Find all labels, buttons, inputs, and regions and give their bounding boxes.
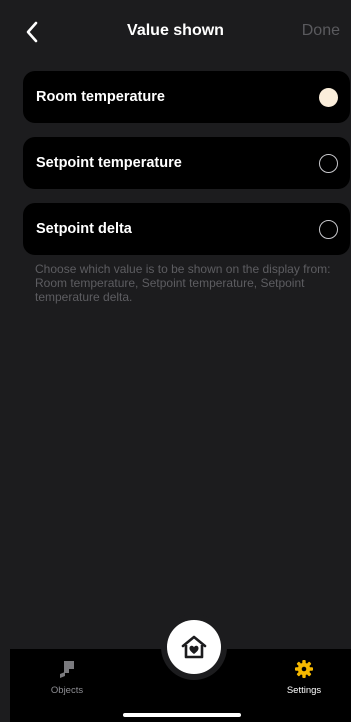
nav-label-objects: Objects (50, 685, 84, 696)
objects-icon (60, 661, 74, 678)
home-button-ring (161, 614, 227, 680)
nav-item-objects[interactable]: Objects (32, 659, 102, 696)
screen: Value shown Done Room temperature Setpoi… (0, 0, 351, 722)
option-label: Room temperature (36, 89, 165, 105)
radio-unselected-icon[interactable] (319, 154, 338, 173)
option-setpoint-temperature[interactable]: Setpoint temperature (23, 137, 350, 189)
back-button[interactable] (18, 16, 46, 48)
gear-icon (295, 660, 313, 678)
nav-label-settings: Settings (286, 685, 322, 696)
chevron-left-icon (26, 21, 38, 43)
option-label: Setpoint delta (36, 221, 132, 237)
radio-selected-icon[interactable] (319, 88, 338, 107)
option-room-temperature[interactable]: Room temperature (23, 71, 350, 123)
page-title: Value shown (127, 22, 224, 39)
option-label: Setpoint temperature (36, 155, 182, 171)
home-button[interactable] (167, 620, 221, 674)
description-text: Choose which value is to be shown on the… (35, 262, 331, 304)
home-heart-icon (181, 635, 207, 659)
header: Value shown Done (0, 12, 351, 52)
home-indicator (123, 713, 241, 717)
done-button[interactable]: Done (302, 22, 340, 40)
nav-item-settings[interactable]: Settings (269, 659, 339, 696)
radio-unselected-icon[interactable] (319, 220, 338, 239)
option-setpoint-delta[interactable]: Setpoint delta (23, 203, 350, 255)
